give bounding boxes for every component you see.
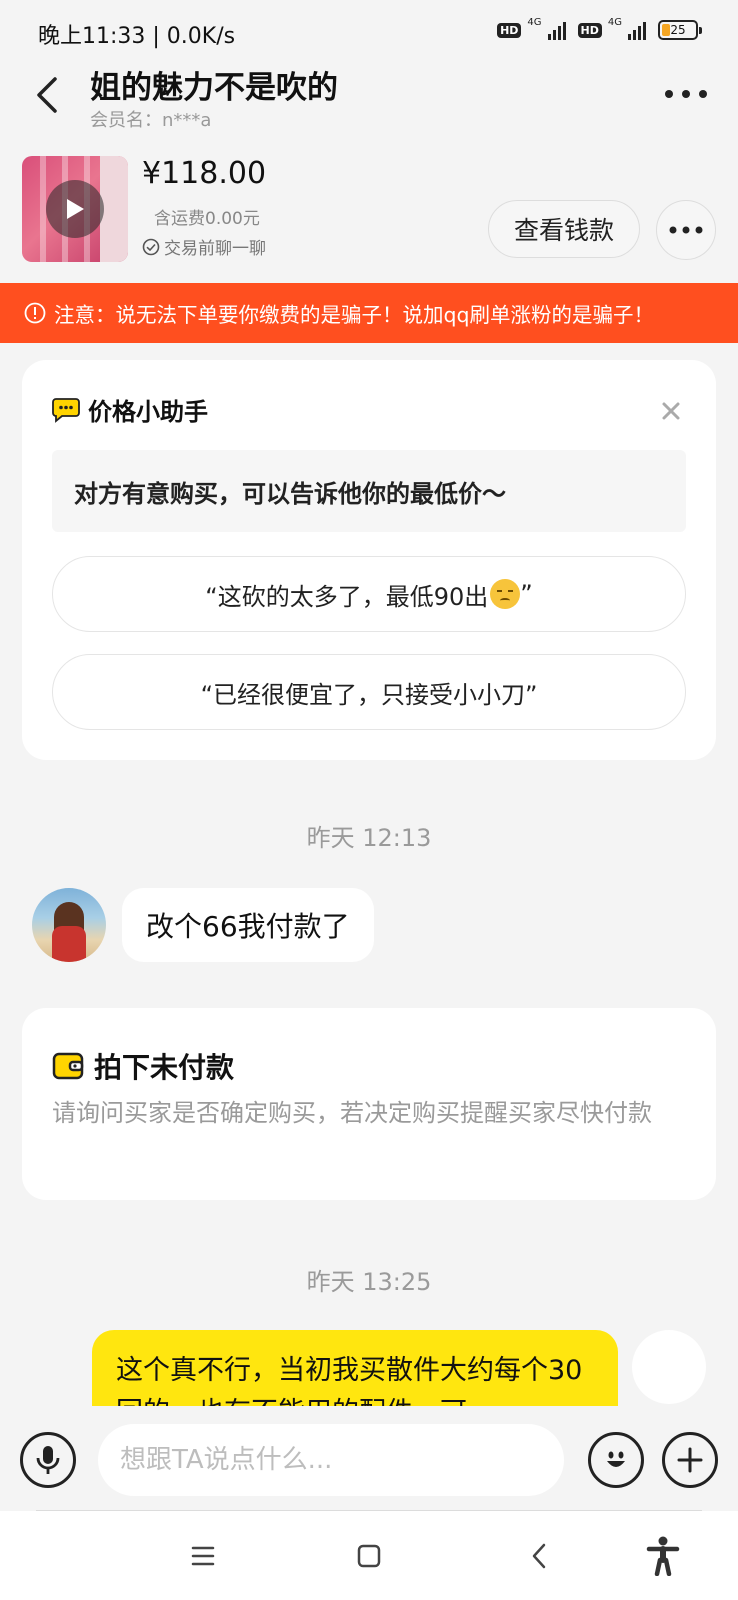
shipping-fee: 含运费0.00元	[154, 209, 260, 229]
system-back-button[interactable]	[514, 1531, 564, 1581]
menu-icon	[191, 1546, 215, 1566]
quick-reply-button[interactable]: “这砍的太多了，最低90出 ”	[52, 556, 686, 632]
hd-badge: HD	[497, 22, 522, 38]
warning-text: 注意：说无法下单要你缴费的是骗子！说加qq刷单涨粉的是骗子！	[54, 303, 655, 327]
buyer-message-bubble[interactable]: 改个66我付款了	[122, 888, 374, 962]
smile-icon	[607, 1451, 625, 1467]
chat-bubble-icon	[52, 397, 80, 423]
scam-warning-banner: 注意：说无法下单要你缴费的是骗子！说加qq刷单涨粉的是骗子！	[0, 283, 738, 343]
plus-icon	[677, 1447, 703, 1473]
price-helper-header: 价格小助手	[52, 392, 208, 427]
battery-level: 25	[670, 23, 686, 37]
back-button[interactable]	[26, 70, 66, 120]
price-helper-title: 价格小助手	[88, 398, 208, 426]
product-more-button[interactable]	[656, 200, 716, 260]
more-icon	[665, 90, 707, 98]
message-input[interactable]	[98, 1424, 564, 1496]
quick-reply-text: “这砍的太多了，最低90出	[205, 582, 489, 611]
message-list: 这个真不行，当初我买散件大约每个30回的，也有不能用的配件，可	[0, 1300, 738, 1406]
check-circle-icon	[142, 238, 160, 255]
quick-reply-text: “已经很便宜了，只接受小小刀”	[200, 680, 538, 709]
home-button[interactable]	[344, 1531, 394, 1581]
status-icons: HD 4G HD 4G 25	[497, 16, 702, 40]
square-icon	[357, 1544, 381, 1568]
recents-button[interactable]	[178, 1531, 228, 1581]
hd-badge: HD	[577, 22, 602, 38]
close-icon	[662, 402, 680, 420]
close-button[interactable]	[656, 396, 686, 426]
network-label: 4G	[607, 16, 622, 28]
chat-header: 姐的魅力不是吹的 会员名：n***a	[0, 62, 738, 140]
product-price: ¥118.00	[142, 156, 267, 191]
product-summary: ¥118.00 含运费0.00元 交易前聊一聊 查看钱款	[0, 148, 738, 276]
signal-icon	[547, 20, 566, 40]
network-label: 4G	[527, 16, 542, 28]
chevron-left-icon	[37, 77, 57, 113]
chat-input-bar	[0, 1406, 738, 1510]
accessibility-button[interactable]	[638, 1531, 688, 1581]
play-icon	[46, 180, 104, 238]
emoji-button[interactable]	[588, 1432, 644, 1488]
system-navigation-bar	[0, 1511, 738, 1600]
message-timestamp: 昨天 12:13	[306, 824, 432, 852]
status-time: 晚上11:33 | 0.0K/s	[38, 24, 236, 49]
quick-reply-button[interactable]: “已经很便宜了，只接受小小刀”	[52, 654, 686, 730]
unpaid-title: 拍下未付款	[94, 1051, 235, 1084]
alert-icon	[24, 302, 46, 324]
chevron-left-icon	[532, 1543, 546, 1569]
buyer-avatar[interactable]	[32, 888, 106, 962]
member-name: 会员名：n***a	[90, 110, 212, 131]
unpaid-header: 拍下未付款	[52, 1046, 234, 1086]
quick-reply-suffix: ”	[520, 580, 533, 608]
voice-button[interactable]	[20, 1432, 76, 1488]
chat-hint-label: 交易前聊一聊	[164, 239, 266, 259]
price-helper-tip: 对方有意购买，可以告诉他你的最低价～	[52, 450, 686, 532]
sad-face-icon	[490, 579, 521, 609]
message-timestamp: 昨天 13:25	[306, 1268, 432, 1296]
battery-icon: 25	[658, 20, 702, 40]
add-attachment-button[interactable]	[662, 1432, 718, 1488]
status-bar: 晚上11:33 | 0.0K/s HD 4G HD 4G 25	[0, 0, 738, 62]
microphone-icon	[36, 1446, 60, 1474]
unpaid-order-card[interactable]: 拍下未付款 请询问买家是否确定购买，若决定购买提醒买家尽快付款	[22, 1008, 716, 1200]
view-payment-button[interactable]: 查看钱款	[488, 200, 640, 258]
more-button[interactable]	[660, 74, 712, 114]
page-title: 姐的魅力不是吹的	[90, 70, 338, 106]
signal-icon	[628, 20, 646, 40]
wallet-icon	[52, 1052, 84, 1080]
price-helper-card: 价格小助手 对方有意购买，可以告诉他你的最低价～ “这砍的太多了，最低90出 ”…	[22, 360, 716, 760]
seller-avatar[interactable]	[632, 1330, 706, 1404]
accessibility-icon	[646, 1536, 680, 1576]
seller-message-bubble[interactable]: 这个真不行，当初我买散件大约每个30回的，也有不能用的配件，可	[92, 1330, 618, 1406]
more-icon	[669, 226, 703, 234]
chat-hint: 交易前聊一聊	[142, 234, 266, 259]
product-thumbnail[interactable]	[22, 156, 128, 262]
unpaid-description: 请询问买家是否确定购买，若决定购买提醒买家尽快付款	[52, 1099, 652, 1127]
